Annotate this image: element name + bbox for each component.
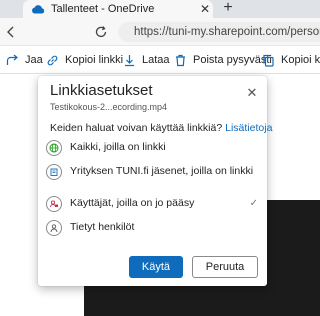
option-label: Tietyt henkilöt: [70, 221, 135, 233]
browser-tab-strip: Tallenteet - OneDrive ✕ +: [0, 0, 320, 18]
share-label: Jaa: [25, 54, 43, 66]
link-icon: [47, 55, 58, 65]
link-settings-dialog: Linkkiasetukset ✕ Testikokous-2...ecordi…: [38, 76, 272, 286]
learn-more-link[interactable]: Lisätietoja: [225, 122, 272, 134]
url-field[interactable]: https://tuni-my.sharepoint.com/personal/: [118, 22, 320, 42]
delete-label: Poista pysyvästi: [193, 54, 272, 66]
checkmark-icon: ✓: [249, 198, 258, 209]
onedrive-cloud-icon: [32, 5, 45, 14]
option-anyone[interactable]: Kaikki, joilla on linkki: [44, 140, 262, 156]
close-icon[interactable]: ✕: [246, 85, 258, 101]
download-icon: [125, 54, 134, 66]
back-icon[interactable]: [2, 23, 20, 41]
delete-permanently-button[interactable]: Poista pysyvästi: [174, 52, 272, 68]
option-label: Yrityksen TUNI.fi jäsenet, joilla on lin…: [70, 165, 254, 177]
download-button[interactable]: Lataa: [123, 52, 170, 68]
copy-link-label: Kopioi linkki: [65, 54, 124, 66]
copy-to-label: Kopioi kohteeseen: [281, 54, 320, 66]
trash-icon: [176, 54, 185, 66]
tab-close-icon[interactable]: ✕: [197, 2, 213, 16]
person-icon: [46, 220, 62, 236]
option-label: Käyttäjät, joilla on jo pääsy: [70, 197, 195, 209]
building-icon: [46, 164, 62, 180]
url-text: https://tuni-my.sharepoint.com/personal/: [134, 26, 320, 38]
new-tab-button[interactable]: +: [219, 0, 237, 18]
globe-icon: [46, 140, 62, 156]
option-label: Kaikki, joilla on linkki: [70, 141, 166, 153]
address-bar: https://tuni-my.sharepoint.com/personal/: [0, 18, 320, 46]
share-button[interactable]: Jaa: [6, 52, 43, 68]
copy-link-button[interactable]: Kopioi linkki: [46, 52, 123, 68]
access-question: Keiden haluat voivan käyttää linkkiä? Li…: [50, 122, 272, 134]
dialog-title: Linkkiasetukset: [50, 82, 153, 99]
option-specific-people[interactable]: Tietyt henkilöt: [44, 220, 262, 236]
tab-title: Tallenteet - OneDrive: [51, 3, 155, 15]
file-name: Testikokous-2...ecording.mp4: [50, 102, 168, 112]
copy-icon: [263, 54, 274, 67]
refresh-icon[interactable]: [92, 23, 110, 41]
cancel-button[interactable]: Peruuta: [192, 256, 258, 278]
question-text: Keiden haluat voivan käyttää linkkiä?: [50, 122, 223, 134]
option-existing-access[interactable]: Käyttäjät, joilla on jo pääsy ✓: [44, 196, 262, 212]
apply-button[interactable]: Käytä: [129, 256, 183, 278]
browser-tab[interactable]: Tallenteet - OneDrive ✕: [23, 0, 213, 18]
download-label: Lataa: [142, 54, 170, 66]
copy-to-button[interactable]: Kopioi kohteeseen: [262, 52, 320, 68]
option-organization[interactable]: Yrityksen TUNI.fi jäsenet, joilla on lin…: [44, 164, 262, 180]
command-bar: Jaa Kopioi linkki Lataa Poista pysyvästi…: [0, 46, 320, 74]
people-lock-icon: [46, 196, 62, 212]
share-icon: [6, 54, 18, 65]
